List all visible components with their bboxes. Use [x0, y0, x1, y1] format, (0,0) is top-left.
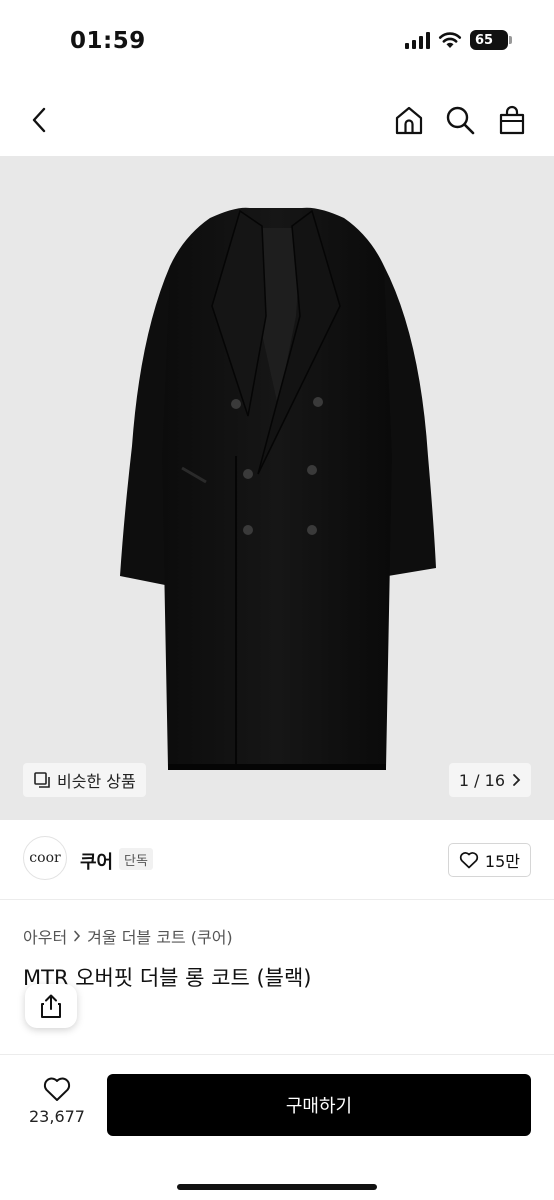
brand-like-button[interactable]: 15만 — [447, 843, 531, 877]
breadcrumb-subcategory[interactable]: 겨울 더블 코트 (쿠어) — [87, 924, 233, 948]
status-bar: 01:59 65 — [0, 0, 554, 86]
share-button[interactable] — [25, 984, 77, 1034]
similar-products-label: 비슷한 상품 — [57, 772, 136, 791]
exclusive-badge: 단독 — [119, 848, 153, 870]
brand-row: coor 쿠어 단독 15만 — [0, 820, 554, 900]
image-page-count: 1 / 16 — [458, 770, 505, 790]
brand-logo[interactable]: coor — [23, 836, 67, 880]
wifi-icon — [438, 32, 462, 48]
home-icon — [395, 106, 423, 135]
back-icon — [32, 107, 46, 133]
battery-level: 65 — [475, 32, 494, 48]
product-image-carousel[interactable]: 비슷한 상품 1 / 16 — [0, 156, 554, 820]
share-icon — [41, 994, 61, 1018]
top-nav-bar — [0, 86, 554, 156]
chevron-right-icon — [513, 774, 521, 786]
signal-icon — [405, 31, 430, 49]
search-button[interactable] — [442, 102, 478, 138]
chevron-right-icon — [74, 930, 81, 942]
heart-icon — [459, 852, 479, 869]
similar-products-button[interactable]: 비슷한 상품 — [23, 763, 146, 797]
buy-button[interactable]: 구매하기 — [107, 1074, 531, 1136]
heart-icon — [43, 1077, 71, 1101]
battery-icon: 65 — [470, 30, 512, 50]
similar-items-icon — [34, 772, 50, 788]
wishlist-count: 23,677 — [29, 1107, 85, 1126]
cart-button[interactable] — [494, 102, 530, 138]
bottom-action-bar: 23,677 구매하기 — [0, 1054, 554, 1200]
brand-name[interactable]: 쿠어 — [80, 848, 113, 874]
status-icons: 65 — [405, 30, 512, 50]
breadcrumb: 아우터 겨울 더블 코트 (쿠어) — [23, 924, 233, 948]
home-indicator — [177, 1184, 377, 1190]
search-icon — [446, 106, 475, 135]
cart-bag-icon — [499, 105, 525, 135]
home-button[interactable] — [391, 102, 427, 138]
wishlist-button[interactable]: 23,677 — [22, 1075, 92, 1126]
status-time: 01:59 — [70, 28, 146, 54]
brand-like-count: 15만 — [484, 852, 520, 871]
product-image-coat — [0, 156, 554, 820]
breadcrumb-category[interactable]: 아우터 — [23, 924, 67, 948]
image-page-indicator[interactable]: 1 / 16 — [448, 763, 531, 797]
back-button[interactable] — [22, 102, 58, 138]
